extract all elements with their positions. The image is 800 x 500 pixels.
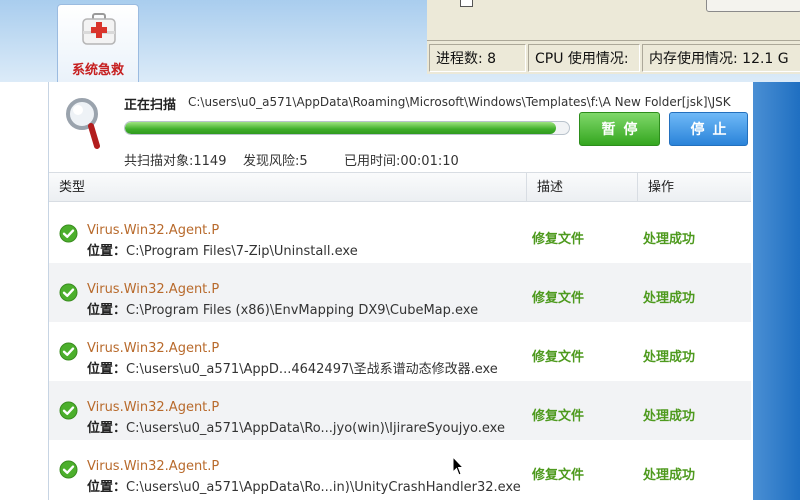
table-row[interactable]: Virus.Win32.Agent.P 位置：C:\Program Files (… [49, 263, 751, 322]
check-circle-icon [59, 401, 78, 420]
column-header-op[interactable]: 操作 [638, 173, 751, 202]
location-label: 位置： [87, 362, 127, 377]
pause-button[interactable]: 暂停 [579, 112, 660, 146]
file-location: 位置：C:\users\u0_a571\AppD...4642497\圣战系谱动… [87, 358, 498, 377]
background-button[interactable] [706, 0, 800, 12]
check-circle-icon [59, 283, 78, 302]
status-process-count: 进程数: 8 [429, 44, 526, 72]
tab-label: 系统急救 [71, 63, 124, 78]
table-header: 类型 描述 操作 [49, 172, 751, 202]
stat-risks-found: 发现风险:5 [243, 154, 308, 169]
table-row[interactable]: Virus.Win32.Agent.P 位置：C:\users\u0_a571\A… [49, 322, 751, 381]
background-status-bar: 进程数: 8 CPU 使用情况: 内存使用情况: 12.1 G [427, 40, 800, 74]
file-location: 位置：C:\users\u0_a571\AppData\Ro...in)\Uni… [87, 476, 521, 495]
table-row[interactable]: Virus.Win32.Agent.P 位置：C:\users\u0_a571\A… [49, 381, 751, 440]
column-header-desc[interactable]: 描述 [527, 173, 638, 202]
stat-elapsed-time: 已用时间:00:01:10 [344, 154, 459, 169]
file-path: C:\users\u0_a571\AppData\Ro...jyo(win)\I… [126, 421, 505, 436]
file-location: 位置：C:\Program Files\7-Zip\Uninstall.exe [87, 240, 358, 259]
file-path: C:\users\u0_a571\AppData\Ro...in)\UnityC… [126, 480, 521, 495]
file-location: 位置：C:\users\u0_a571\AppData\Ro...jyo(win… [87, 417, 505, 436]
location-label: 位置： [87, 480, 127, 495]
table-row[interactable]: Virus.Win32.Agent.P 位置：C:\Program Files\7… [49, 204, 751, 263]
file-path: C:\Program Files\7-Zip\Uninstall.exe [126, 244, 358, 259]
first-aid-kit-icon [82, 13, 116, 45]
action-description: 修复文件 [532, 409, 585, 424]
scan-current-path: C:\users\u0_a571\AppData\Roaming\Microso… [188, 95, 731, 109]
check-circle-icon [59, 224, 78, 243]
scan-progress-fill [125, 122, 556, 134]
left-margin [0, 82, 48, 500]
action-result: 处理成功 [643, 232, 696, 247]
virus-name: Virus.Win32.Agent.P [87, 341, 220, 356]
action-result: 处理成功 [643, 409, 696, 424]
stat-total-scanned: 共扫描对象:1149 [124, 154, 227, 169]
location-label: 位置： [87, 303, 127, 318]
right-edge-strip [753, 82, 800, 500]
scan-status-label: 正在扫描 [124, 98, 177, 113]
magnifier-icon [66, 98, 100, 149]
file-path: C:\Program Files (x86)\EnvMapping DX9\Cu… [126, 303, 479, 318]
action-description: 修复文件 [532, 291, 585, 306]
action-description: 修复文件 [532, 232, 585, 247]
background-checkbox[interactable] [460, 0, 473, 7]
action-result: 处理成功 [643, 291, 696, 306]
action-result: 处理成功 [643, 468, 696, 483]
action-description: 修复文件 [532, 468, 585, 483]
status-memory-usage: 内存使用情况: 12.1 G [642, 44, 800, 72]
stop-button[interactable]: 停止 [669, 112, 748, 146]
check-circle-icon [59, 460, 78, 479]
table-row[interactable]: Virus.Win32.Agent.P 位置：C:\users\u0_a571\A… [49, 440, 751, 499]
status-cpu-usage: CPU 使用情况: [528, 44, 640, 72]
mouse-cursor-icon [452, 456, 464, 476]
virus-name: Virus.Win32.Agent.P [87, 282, 220, 297]
action-description: 修复文件 [532, 350, 585, 365]
location-label: 位置： [87, 244, 127, 259]
column-header-type[interactable]: 类型 [49, 173, 527, 202]
action-result: 处理成功 [643, 350, 696, 365]
location-label: 位置： [87, 421, 127, 436]
virus-name: Virus.Win32.Agent.P [87, 400, 220, 415]
threat-list: Virus.Win32.Agent.P 位置：C:\Program Files\7… [49, 204, 751, 499]
tab-system-rescue[interactable]: 系统急救 [57, 4, 139, 82]
check-circle-icon [59, 342, 78, 361]
file-path: C:\users\u0_a571\AppD...4642497\圣战系谱动态修改… [126, 362, 498, 377]
file-location: 位置：C:\Program Files (x86)\EnvMapping DX9… [87, 299, 478, 318]
scan-progress-bar [124, 121, 570, 135]
virus-name: Virus.Win32.Agent.P [87, 223, 220, 238]
virus-name: Virus.Win32.Agent.P [87, 459, 220, 474]
